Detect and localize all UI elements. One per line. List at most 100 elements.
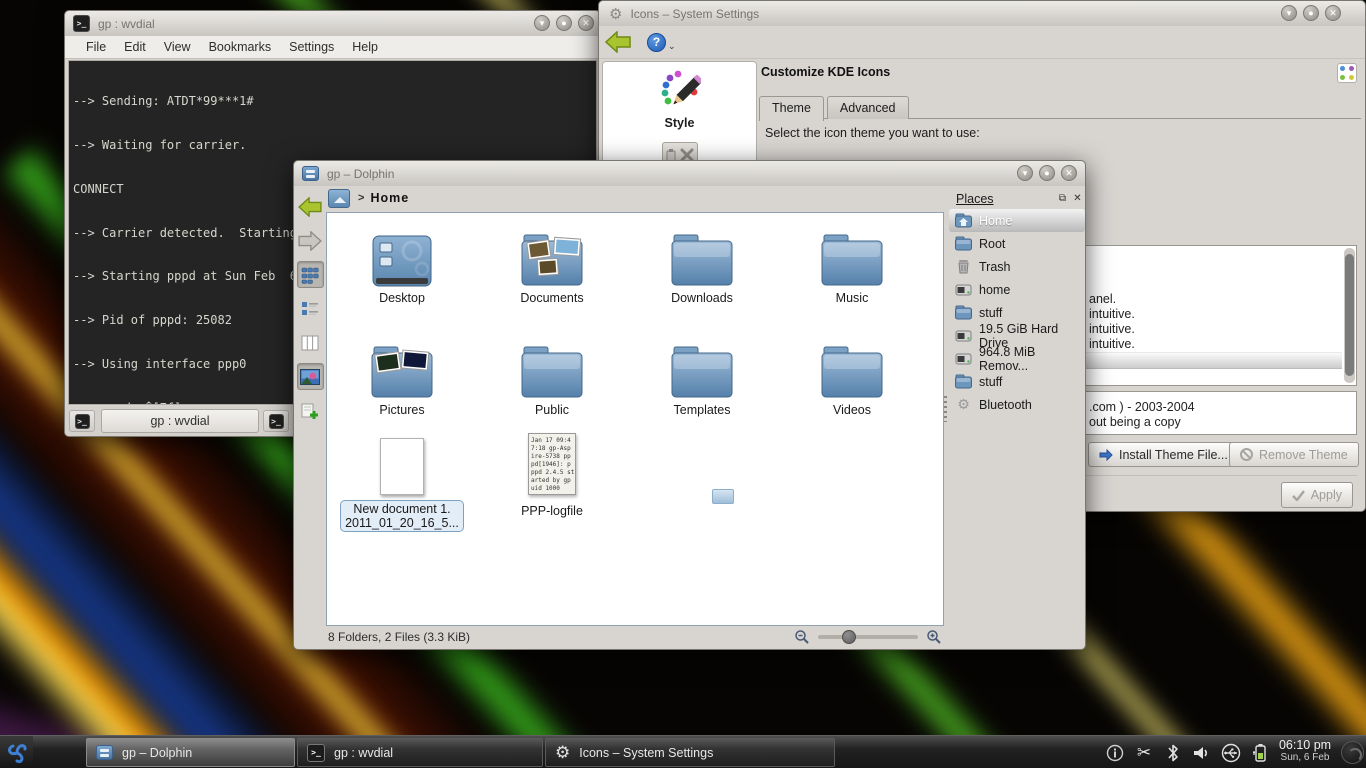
terminal-icon: >_ <box>269 414 284 429</box>
places-item-label: Root <box>979 237 1005 251</box>
theme-list-text-fragment: anel. <box>1089 292 1116 306</box>
file-item-new-document[interactable]: New document 1.2011_01_20_16_5... <box>327 431 477 532</box>
remove-theme-label: Remove Theme <box>1259 448 1348 462</box>
chevron-down-icon[interactable]: ⌄ <box>668 41 676 52</box>
zoom-in-icon[interactable] <box>926 629 942 645</box>
remove-theme-button[interactable]: Remove Theme <box>1229 442 1359 467</box>
folder-view[interactable]: Desktop Documents <box>326 212 944 626</box>
places-item-removable[interactable]: 964.8 MiB Remov... <box>949 347 1085 370</box>
clock-time: 06:10 pm <box>1272 738 1338 752</box>
settings-titlebar[interactable]: ⚙ Icons – System Settings ▾ ● ✕ <box>599 1 1365 26</box>
plasma-cashew-icon[interactable] <box>1341 741 1364 764</box>
taskbar-clock[interactable]: 06:10 pm Sun, 6 Feb <box>1272 738 1338 763</box>
taskbar-task-dolphin[interactable]: gp – Dolphin <box>86 738 295 767</box>
folder-item-templates[interactable]: Templates <box>627 335 777 417</box>
menu-edit[interactable]: Edit <box>115 38 155 56</box>
maximize-button[interactable]: ● <box>556 15 572 31</box>
close-button[interactable]: ✕ <box>1325 5 1341 21</box>
app-launcher-button[interactable] <box>0 736 33 768</box>
split-tab-button[interactable]: >_ <box>263 410 289 432</box>
desktop-folder-icon <box>327 223 477 287</box>
menu-view[interactable]: View <box>155 38 200 56</box>
places-title: Places <box>956 192 1055 206</box>
taskbar-task-wvdial[interactable]: >_ gp : wvdial <box>297 738 543 767</box>
install-theme-button[interactable]: Install Theme File... <box>1088 442 1239 467</box>
back-button[interactable] <box>297 193 324 220</box>
menu-settings[interactable]: Settings <box>280 38 343 56</box>
maximize-button[interactable]: ● <box>1039 165 1055 181</box>
sidebar-item-style[interactable]: Style <box>603 62 756 170</box>
minimize-button[interactable]: ▾ <box>1281 5 1297 21</box>
home-icon[interactable] <box>328 189 350 208</box>
close-button[interactable]: ✕ <box>1061 165 1077 181</box>
task-label: Icons – System Settings <box>579 746 713 760</box>
konsole-titlebar[interactable]: >_ gp : wvdial ▾ ● ✕ <box>65 11 600 36</box>
folder-item-public[interactable]: Public <box>477 335 627 417</box>
tab-theme[interactable]: Theme <box>759 96 824 121</box>
maximize-button[interactable]: ● <box>1303 5 1319 21</box>
new-tab-button[interactable]: >_ <box>69 410 95 432</box>
panel-splitter[interactable] <box>944 396 947 422</box>
apply-label: Apply <box>1311 488 1342 502</box>
menu-bookmarks[interactable]: Bookmarks <box>200 38 281 56</box>
usb-device-icon[interactable] <box>1221 743 1241 763</box>
overview-icon[interactable] <box>1337 63 1357 83</box>
places-item-root[interactable]: Root <box>949 232 1085 255</box>
folder-item-downloads[interactable]: Downloads <box>627 223 777 305</box>
import-arrow-icon <box>1099 449 1113 461</box>
help-icon[interactable]: ? <box>647 33 666 52</box>
folder-item-music[interactable]: Music <box>777 223 927 305</box>
close-panel-icon[interactable]: ✕ <box>1070 192 1085 207</box>
battery-icon[interactable] <box>1250 743 1270 763</box>
scrollbar-thumb[interactable] <box>1345 254 1354 376</box>
konsole-tab-wvdial[interactable]: gp : wvdial <box>101 409 259 433</box>
close-button[interactable]: ✕ <box>578 15 594 31</box>
theme-list-text-fragment: intuitive. <box>1089 337 1135 351</box>
places-item-stuff2[interactable]: stuff <box>949 370 1085 393</box>
places-item-bluetooth[interactable]: ⚙ Bluetooth <box>949 393 1085 416</box>
places-item-trash[interactable]: Trash <box>949 255 1085 278</box>
dolphin-window: gp – Dolphin ▾ ● ✕ > Home <box>293 160 1086 650</box>
places-item-home[interactable]: Home <box>949 209 1085 232</box>
folder-icon <box>955 374 972 389</box>
float-panel-icon[interactable]: ⧉ <box>1055 192 1070 207</box>
tab-advanced[interactable]: Advanced <box>827 96 909 119</box>
icons-view-icon <box>301 266 319 284</box>
menu-file[interactable]: File <box>77 38 115 56</box>
klipper-scissors-icon[interactable]: ✂ <box>1134 743 1154 763</box>
places-item-label: home <box>979 283 1010 297</box>
zoom-slider[interactable] <box>818 635 918 639</box>
menu-help[interactable]: Help <box>343 38 387 56</box>
theme-list-text-fragment: intuitive. <box>1089 322 1135 336</box>
minimize-button[interactable]: ▾ <box>534 15 550 31</box>
volume-icon[interactable] <box>1192 743 1212 763</box>
zoom-out-icon[interactable] <box>794 629 810 645</box>
columns-view-button[interactable] <box>297 329 324 356</box>
taskbar-task-system-settings[interactable]: ⚙ Icons – System Settings <box>545 738 835 767</box>
split-view-button[interactable] <box>297 397 324 424</box>
places-item-home-drive[interactable]: home <box>949 278 1085 301</box>
zoom-slider-handle[interactable] <box>842 630 856 644</box>
folder-item-desktop[interactable]: Desktop <box>327 223 477 305</box>
folder-icon <box>955 305 972 320</box>
dolphin-side-toolbar <box>294 193 326 623</box>
folder-item-documents[interactable]: Documents <box>477 223 627 305</box>
notifications-info-icon[interactable] <box>1105 743 1125 763</box>
back-icon[interactable] <box>605 31 631 53</box>
file-manager-icon <box>96 745 113 760</box>
minimize-button[interactable]: ▾ <box>1017 165 1033 181</box>
apply-button[interactable]: Apply <box>1281 482 1353 508</box>
dolphin-titlebar[interactable]: gp – Dolphin ▾ ● ✕ <box>294 161 1085 186</box>
preview-button[interactable] <box>297 363 324 390</box>
bluetooth-icon[interactable] <box>1163 743 1183 763</box>
status-text: 8 Folders, 2 Files (3.3 KiB) <box>328 630 470 644</box>
icons-view-button[interactable] <box>297 261 324 288</box>
folder-item-pictures[interactable]: Pictures <box>327 335 477 417</box>
file-item-ppp-logfile[interactable]: Jan 17 09:4 7:18 gp-Asp ire-5738 pp pd[1… <box>477 431 627 518</box>
details-view-button[interactable] <box>297 295 324 322</box>
folder-item-videos[interactable]: Videos <box>777 335 927 417</box>
forward-button[interactable] <box>297 227 324 254</box>
breadcrumb-home[interactable]: Home <box>370 191 409 205</box>
scrollbar[interactable] <box>1344 248 1355 383</box>
selected-file-label: New document 1.2011_01_20_16_5... <box>340 500 464 532</box>
